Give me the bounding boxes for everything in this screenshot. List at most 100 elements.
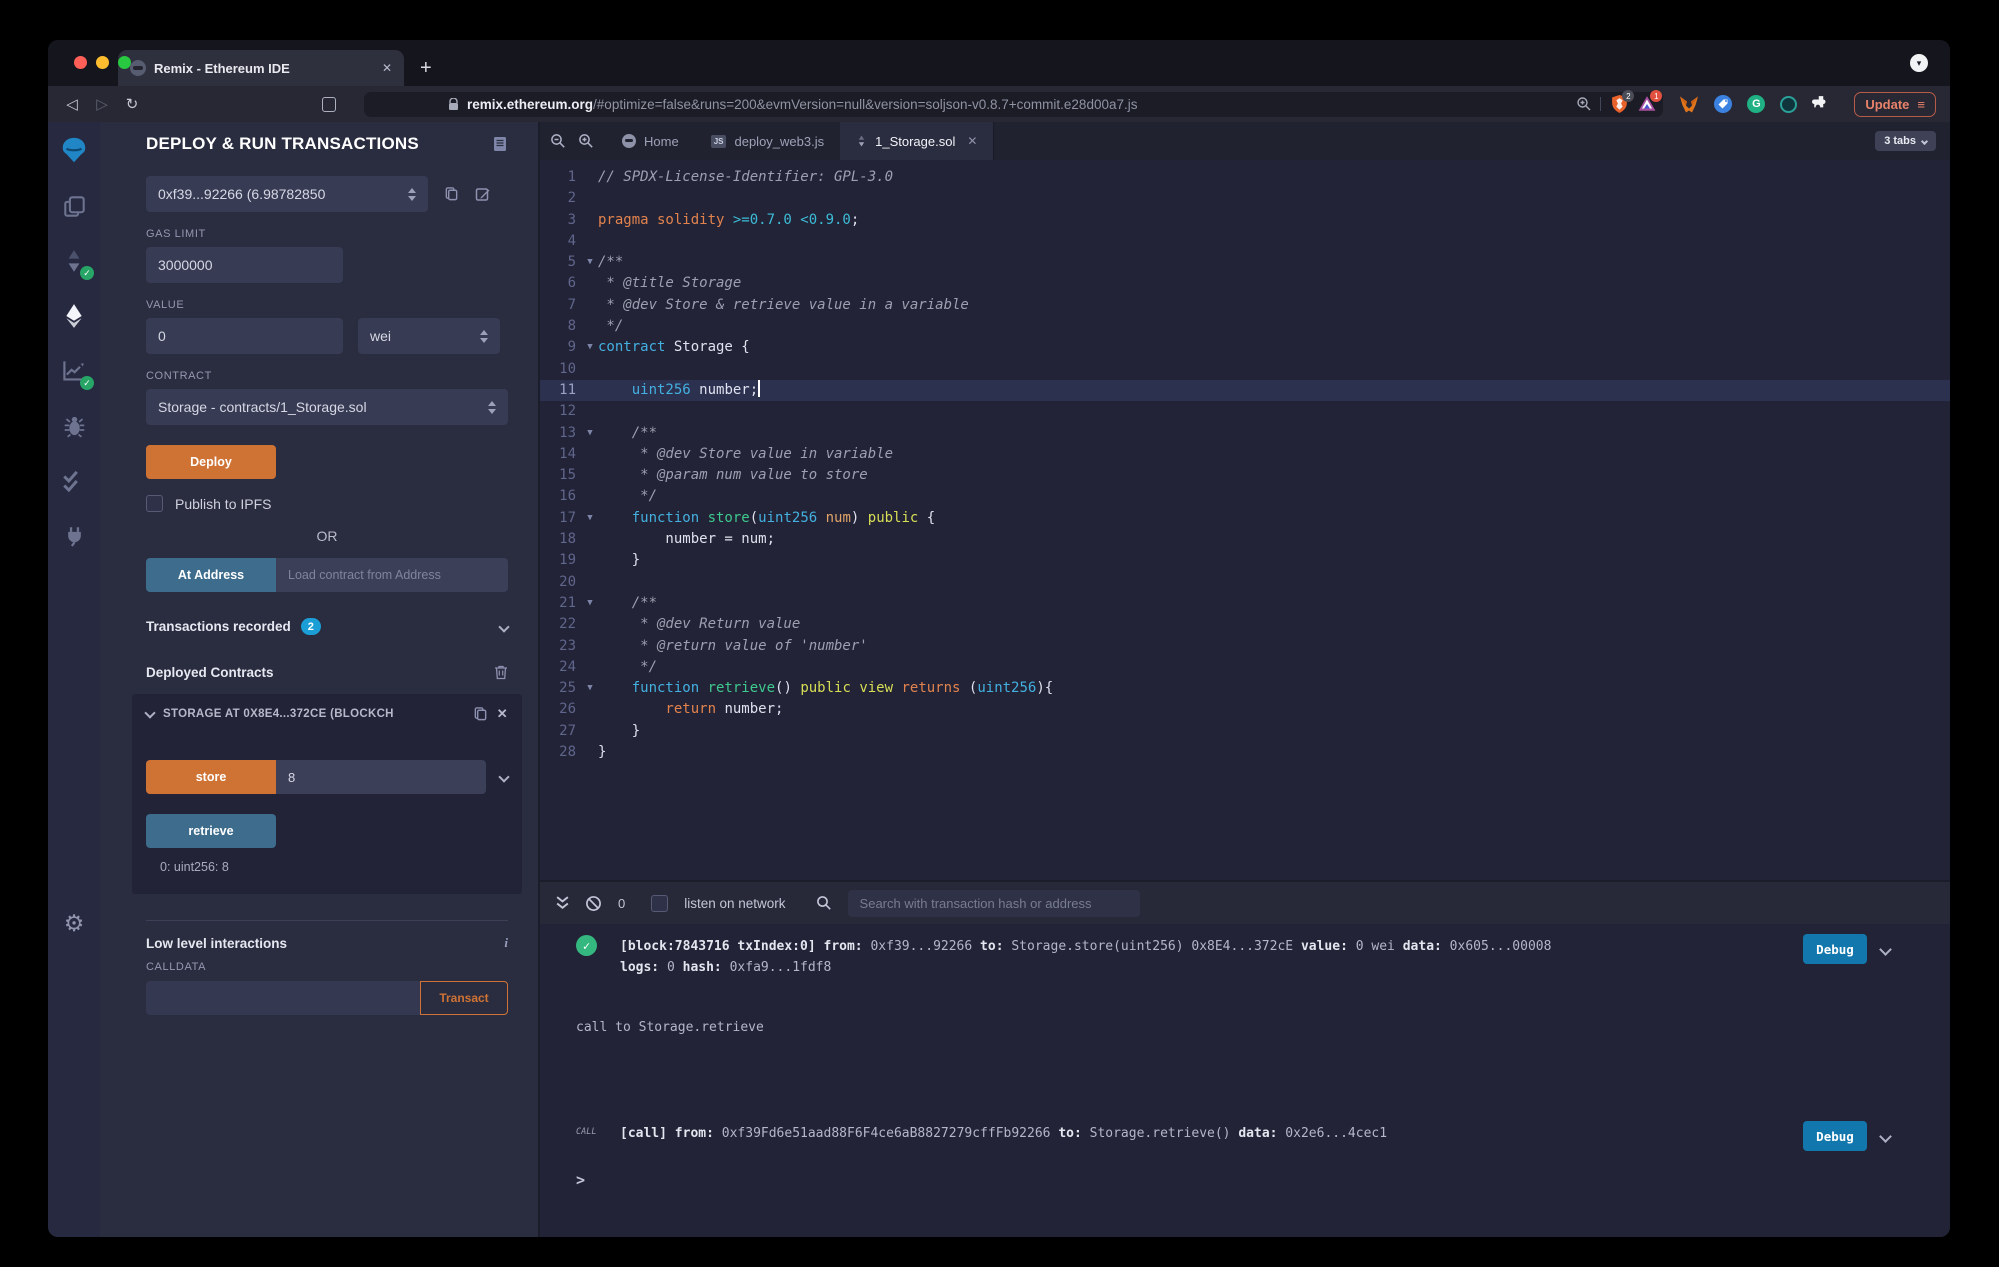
- solidity-compiler-icon[interactable]: ✓: [59, 246, 94, 280]
- account-select[interactable]: 0xf39...92266 (6.98782850: [146, 176, 428, 212]
- zoom-in-icon[interactable]: [578, 133, 594, 149]
- code-line[interactable]: 7 * @dev Store & retrieve value in a var…: [540, 295, 1950, 316]
- metamask-extension-icon[interactable]: [1679, 95, 1699, 114]
- settings-gear-icon[interactable]: ⚙: [48, 910, 100, 937]
- collapse-terminal-icon[interactable]: [556, 895, 569, 911]
- clear-console-icon[interactable]: [585, 895, 602, 912]
- editor-tab-home[interactable]: Home: [606, 122, 695, 160]
- expand-store-icon[interactable]: [498, 771, 510, 783]
- tag-extension-icon[interactable]: [1714, 95, 1733, 113]
- fold-arrow-icon[interactable]: ▼: [582, 337, 598, 358]
- code-line[interactable]: 15 * @param num value to store: [540, 465, 1950, 486]
- info-icon[interactable]: i: [504, 935, 508, 951]
- store-argument-input[interactable]: [276, 760, 486, 794]
- code-line[interactable]: 4: [540, 231, 1950, 252]
- code-line[interactable]: 18 number = num;: [540, 529, 1950, 550]
- code-line[interactable]: 19 }: [540, 550, 1950, 571]
- plugin-manager-icon[interactable]: [59, 521, 89, 551]
- code-line[interactable]: 28}: [540, 742, 1950, 763]
- code-line[interactable]: 2: [540, 188, 1950, 209]
- code-line[interactable]: 22 * @dev Return value: [540, 614, 1950, 635]
- minimize-window-button[interactable]: [96, 56, 109, 69]
- chevron-down-icon[interactable]: [498, 620, 510, 633]
- code-line[interactable]: 6 * @title Storage: [540, 273, 1950, 294]
- expand-entry-icon[interactable]: [1879, 1129, 1892, 1143]
- fold-arrow-icon[interactable]: ▼: [582, 508, 598, 529]
- trash-icon[interactable]: [494, 665, 508, 680]
- code-line[interactable]: 9 ▼ contract Storage {: [540, 337, 1950, 358]
- new-tab-button[interactable]: +: [420, 57, 432, 80]
- browser-tab[interactable]: Remix - Ethereum IDE ✕: [118, 50, 404, 86]
- static-analysis-icon[interactable]: ✓: [59, 356, 94, 390]
- code-line[interactable]: 14 * @dev Store value in variable: [540, 444, 1950, 465]
- gas-limit-input[interactable]: [146, 247, 343, 283]
- menu-icon[interactable]: ≡: [1917, 97, 1925, 112]
- code-editor[interactable]: 1// SPDX-License-Identifier: GPL-3.0 2 3 pr…: [540, 160, 1950, 880]
- store-function-button[interactable]: store: [146, 760, 276, 794]
- code-line[interactable]: 17 ▼ function store(uint256 num) public {: [540, 508, 1950, 529]
- code-line[interactable]: 3 pragma solidity >=0.7.0 <0.9.0;: [540, 210, 1950, 231]
- publish-ipfs-checkbox[interactable]: [146, 495, 163, 512]
- puzzle-extensions-icon[interactable]: [1812, 95, 1830, 113]
- remove-instance-icon[interactable]: ✕: [497, 706, 508, 722]
- terminal-search-input[interactable]: [847, 889, 1140, 917]
- fold-arrow-icon[interactable]: ▼: [582, 423, 598, 444]
- code-line[interactable]: 27 }: [540, 721, 1950, 742]
- debug-button[interactable]: Debug: [1803, 1121, 1867, 1151]
- at-address-button[interactable]: At Address: [146, 558, 276, 592]
- code-line[interactable]: 12: [540, 401, 1950, 422]
- transact-button[interactable]: Transact: [420, 981, 508, 1015]
- code-line[interactable]: 24 */: [540, 657, 1950, 678]
- back-button[interactable]: ◁: [62, 95, 82, 113]
- reload-button[interactable]: ↻: [122, 95, 142, 113]
- code-line[interactable]: 16 */: [540, 486, 1950, 507]
- code-line[interactable]: 1 // SPDX-License-Identifier: GPL-3.0: [540, 167, 1950, 188]
- close-window-button[interactable]: [74, 56, 87, 69]
- at-address-input[interactable]: [276, 558, 508, 592]
- tab-close-icon[interactable]: ✕: [382, 61, 392, 75]
- close-tab-icon[interactable]: ✕: [967, 134, 977, 148]
- fold-arrow-icon[interactable]: ▼: [582, 252, 598, 273]
- expand-entry-icon[interactable]: [1879, 942, 1892, 956]
- deploy-button[interactable]: Deploy: [146, 445, 276, 479]
- sign-message-icon[interactable]: [475, 186, 491, 202]
- debug-button[interactable]: Debug: [1803, 934, 1867, 964]
- code-line[interactable]: 10: [540, 359, 1950, 380]
- calldata-input[interactable]: [146, 981, 420, 1015]
- file-explorer-icon[interactable]: [59, 191, 89, 221]
- sidebar-bookmark-icon[interactable]: [322, 96, 336, 112]
- address-bar[interactable]: remix.ethereum.org/#optimize=false&runs=…: [364, 90, 1664, 117]
- update-browser-button[interactable]: Update ≡: [1854, 91, 1936, 117]
- brave-rewards-icon[interactable]: 1: [1637, 90, 1663, 114]
- fold-arrow-icon[interactable]: ▼: [582, 678, 598, 699]
- brave-shield-icon[interactable]: 2: [1609, 90, 1635, 114]
- terminal-prompt[interactable]: >: [576, 1171, 1932, 1189]
- zoom-out-icon[interactable]: [550, 133, 566, 149]
- listen-network-checkbox[interactable]: [651, 894, 669, 912]
- forward-button[interactable]: ▷: [92, 95, 112, 113]
- code-line[interactable]: 5 ▼/**: [540, 252, 1950, 273]
- editor-tab-1-storage-sol[interactable]: 1_Storage.sol ✕: [840, 122, 995, 160]
- debugger-icon[interactable]: [59, 411, 89, 441]
- code-line[interactable]: 8 */: [540, 316, 1950, 337]
- copy-account-icon[interactable]: [444, 186, 459, 202]
- code-line[interactable]: 20: [540, 572, 1950, 593]
- doc-link-icon[interactable]: [492, 136, 508, 152]
- code-line[interactable]: 25 ▼ function retrieve() public view retu…: [540, 678, 1950, 699]
- fold-arrow-icon[interactable]: ▼: [582, 593, 598, 614]
- collapse-instance-icon[interactable]: [144, 706, 156, 719]
- code-line[interactable]: 26 return number;: [540, 699, 1950, 720]
- tabs-count-badge[interactable]: 3 tabs: [1875, 131, 1936, 151]
- contract-select[interactable]: Storage - contracts/1_Storage.sol: [146, 389, 508, 425]
- grammarly-extension-icon[interactable]: G: [1747, 95, 1766, 113]
- code-line[interactable]: 23 * @return value of 'number': [540, 636, 1950, 657]
- zoom-page-icon[interactable]: [1576, 96, 1592, 112]
- remix-logo-icon[interactable]: [59, 136, 89, 166]
- code-line[interactable]: 21 ▼ /**: [540, 593, 1950, 614]
- value-unit-select[interactable]: wei: [358, 318, 500, 354]
- code-line[interactable]: 11 uint256 number;: [540, 379, 1950, 402]
- circle-extension-icon[interactable]: [1780, 95, 1798, 113]
- unit-testing-icon[interactable]: [59, 466, 89, 496]
- retrieve-function-button[interactable]: retrieve: [146, 814, 276, 848]
- code-line[interactable]: 13 ▼ /**: [540, 423, 1950, 444]
